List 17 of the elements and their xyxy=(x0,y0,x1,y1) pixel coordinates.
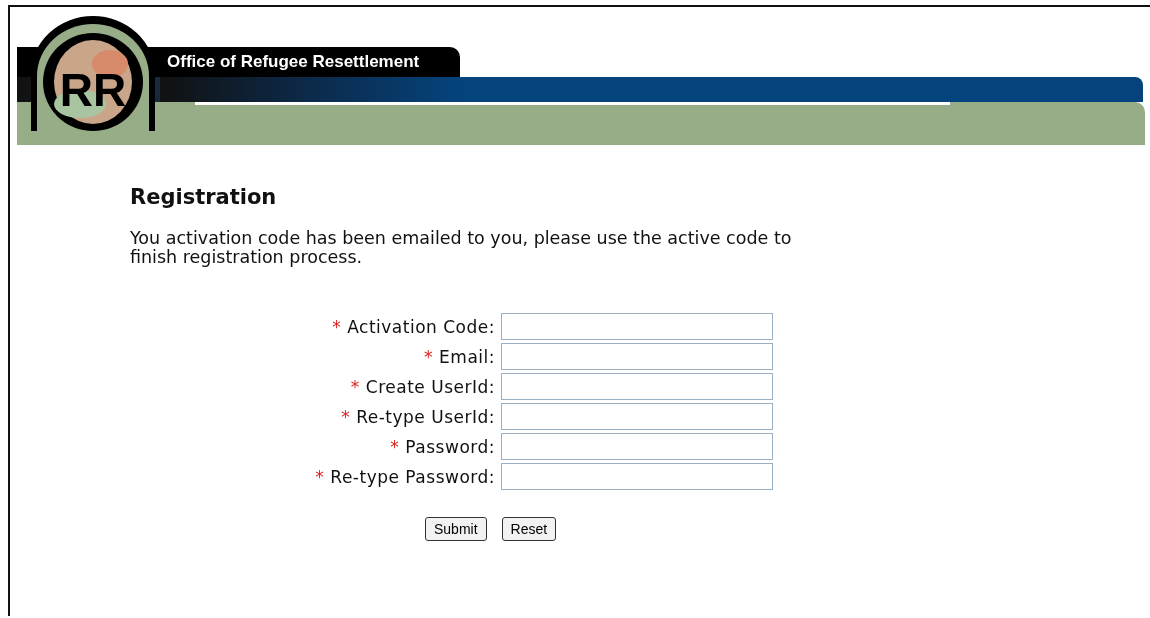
text-field[interactable] xyxy=(501,343,773,370)
text-field[interactable] xyxy=(501,373,773,400)
page-heading: Registration xyxy=(130,185,278,209)
field-label: * Re-type UserId: xyxy=(340,406,495,427)
field-label: * Password: xyxy=(389,436,495,457)
instruction-text: You activation code has been emailed to you, please use the active code to finish registration process. xyxy=(130,229,793,267)
field-label: * Activation Code: xyxy=(331,316,495,337)
text-field[interactable] xyxy=(501,433,773,460)
field-label: * Re-type Password: xyxy=(314,466,495,487)
site-title: Office of Refugee Resettlement xyxy=(167,52,420,72)
submit-button[interactable]: Submit xyxy=(425,517,487,541)
text-field[interactable] xyxy=(501,463,773,490)
text-field[interactable] xyxy=(501,313,773,340)
field-label: * Email: xyxy=(423,346,495,367)
text-field[interactable] xyxy=(501,403,773,430)
field-label: * Create UserId: xyxy=(349,376,495,397)
reset-button[interactable]: Reset xyxy=(501,517,557,541)
